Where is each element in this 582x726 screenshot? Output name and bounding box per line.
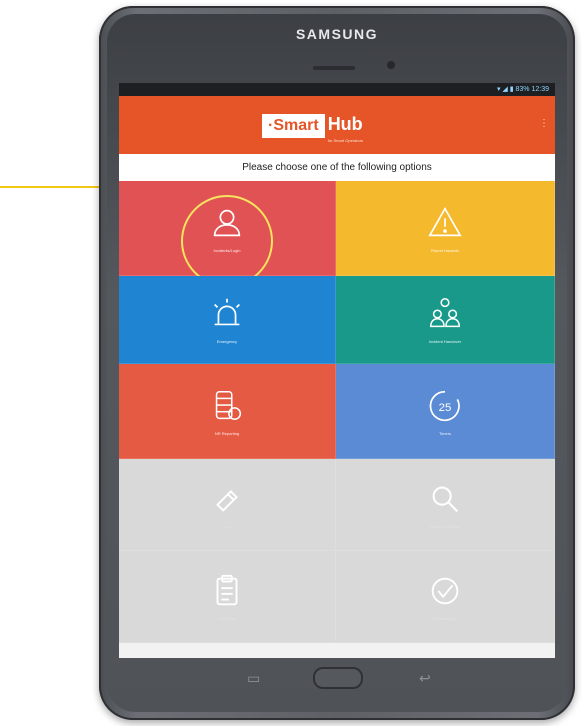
clipboard-icon xyxy=(216,574,238,606)
recent-apps-icon[interactable]: ▭ xyxy=(247,670,260,687)
options-grid: Incidents/Login Report Hazards Emergency… xyxy=(119,181,555,643)
group-icon xyxy=(429,298,461,328)
tile-label: Acknowledge xyxy=(433,616,457,621)
timer-25-icon: 25 xyxy=(429,390,460,421)
tile-checklist[interactable]: Checklist xyxy=(119,551,336,643)
logo-subtitle: for Smart Operators xyxy=(327,138,364,143)
warning-icon xyxy=(428,206,462,236)
tile-search-incidents[interactable]: Search Incidents xyxy=(336,459,555,551)
tile-logs[interactable]: Logs xyxy=(119,459,336,551)
tile-emergency[interactable]: Emergency xyxy=(119,276,336,364)
tile-label: Search Incidents xyxy=(430,524,460,529)
logo-smart: ·Smart xyxy=(262,114,325,138)
tile-incident-handover[interactable]: Incident Handover xyxy=(336,276,555,364)
tile-label: Emergency xyxy=(216,339,238,344)
tile-nr-reporting[interactable]: NR Reporting xyxy=(119,364,336,459)
tile-label: NR Reporting xyxy=(214,430,240,436)
tile-label: Report Hazards xyxy=(430,247,459,253)
overflow-menu-icon[interactable]: ⋮ xyxy=(539,118,549,129)
home-button[interactable] xyxy=(313,667,363,689)
timer-value: 25 xyxy=(439,401,452,413)
app-bar: ·Smart Hub for Smart Operators ⋮ xyxy=(119,96,555,154)
tile-timers[interactable]: 25 Timers xyxy=(336,364,555,459)
speaker-grille xyxy=(313,66,355,70)
back-icon[interactable]: ↩ xyxy=(419,670,431,687)
tile-incidents-login[interactable]: Incidents/Login xyxy=(119,181,336,287)
tile-label: Checklist xyxy=(218,616,236,621)
highlight-circle xyxy=(181,195,273,287)
tile-label: Logs xyxy=(222,524,232,529)
check-circle-icon xyxy=(431,577,459,605)
app-logo: ·Smart Hub for Smart Operators xyxy=(262,114,363,143)
logo-hub: Hub for Smart Operators xyxy=(325,114,363,143)
front-camera xyxy=(387,61,395,69)
search-icon xyxy=(432,486,459,513)
tile-acknowledge[interactable]: Acknowledge xyxy=(336,551,555,643)
tile-label: Timers xyxy=(438,430,452,436)
alarm-light-icon xyxy=(214,298,240,326)
database-icon xyxy=(215,390,242,420)
pencil-icon xyxy=(216,490,238,512)
status-bar: ▾ ◢ ▮ 83% 12:39 xyxy=(119,83,555,96)
tile-report-hazards[interactable]: Report Hazards xyxy=(336,181,555,276)
hardware-nav-bar: ▭ ↩ xyxy=(119,658,555,700)
prompt-text: Please choose one of the following optio… xyxy=(119,154,555,181)
brand-label: SAMSUNG xyxy=(295,26,379,42)
app-screen: ▾ ◢ ▮ 83% 12:39 ·Smart Hub for Smart Ope… xyxy=(119,83,555,658)
tile-label: Incident Handover xyxy=(428,339,462,344)
